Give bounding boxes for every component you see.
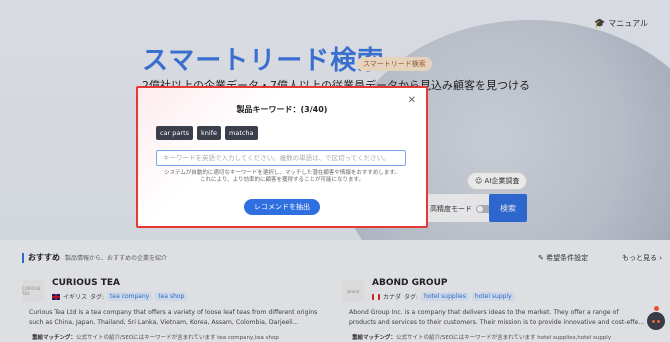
- modal-note: システムが自動的に適切なキーワードを選択し、マッチした潜在顧客や情報をおすすめし…: [138, 170, 426, 184]
- keyword-chip[interactable]: car parts: [156, 126, 194, 140]
- modal-note-line: これにより、より効率的に顧客を獲得することが可能になります。: [199, 177, 364, 183]
- modal-note-line: システムが自動的に適切なキーワードを選択し、マッチした潜在顧客や情報をおすすめし…: [164, 170, 400, 176]
- keyword-input[interactable]: [156, 150, 406, 166]
- modal-title: 製品キーワード：(3/40): [236, 105, 328, 114]
- keyword-chip[interactable]: knife: [197, 126, 221, 140]
- keyword-modal: 製品キーワード：(3/40) ✕ car parts knife matcha …: [136, 86, 428, 228]
- close-icon[interactable]: ✕: [408, 96, 416, 106]
- extract-recommendations-button[interactable]: レコメンドを抽出: [244, 199, 320, 215]
- keyword-chips: car parts knife matcha: [156, 126, 258, 140]
- keyword-chip[interactable]: matcha: [225, 126, 258, 140]
